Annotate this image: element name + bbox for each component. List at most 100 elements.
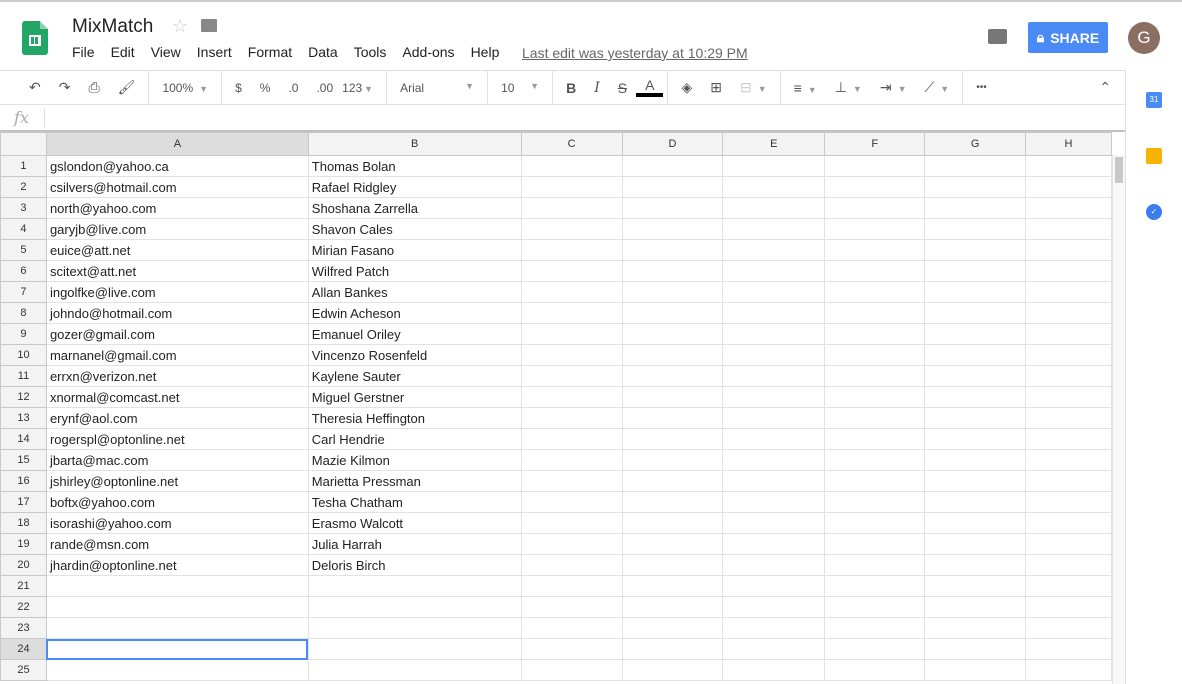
cell-g10[interactable] <box>924 344 1027 366</box>
sheets-logo[interactable] <box>22 21 48 55</box>
cell-c10[interactable] <box>520 344 623 366</box>
vertical-align-icon[interactable]: ⊥ ▼ <box>826 79 871 96</box>
row-header[interactable]: 15 <box>0 449 47 471</box>
cell-h15[interactable] <box>1025 449 1112 471</box>
cell-a12[interactable]: xnormal@comcast.net <box>45 386 309 408</box>
row-header[interactable]: 5 <box>0 239 47 261</box>
cell-e1[interactable] <box>722 155 826 177</box>
cell-b12[interactable]: Miguel Gerstner <box>307 386 522 408</box>
cell-h16[interactable] <box>1025 470 1112 492</box>
column-header-e[interactable]: E <box>722 132 826 156</box>
cell-e2[interactable] <box>722 176 826 198</box>
cell-h23[interactable] <box>1025 617 1112 639</box>
cell-b2[interactable]: Rafael Ridgley <box>307 176 522 198</box>
cell-a1[interactable]: gslondon@yahoo.ca <box>45 155 309 177</box>
cell-b8[interactable]: Edwin Acheson <box>307 302 522 324</box>
cell-b13[interactable]: Theresia Heffington <box>307 407 522 429</box>
cell-c8[interactable] <box>520 302 623 324</box>
cell-f3[interactable] <box>824 197 926 219</box>
cell-g25[interactable] <box>924 659 1027 681</box>
cell-g6[interactable] <box>924 260 1027 282</box>
menu-data[interactable]: Data <box>308 44 338 60</box>
row-header[interactable]: 10 <box>0 344 47 366</box>
row-header[interactable]: 8 <box>0 302 47 324</box>
cell-e3[interactable] <box>722 197 826 219</box>
row-header[interactable]: 11 <box>0 365 47 387</box>
cell-b5[interactable]: Mirian Fasano <box>307 239 522 261</box>
cell-a16[interactable]: jshirley@optonline.net <box>45 470 309 492</box>
cell-f1[interactable] <box>824 155 926 177</box>
cell-g11[interactable] <box>924 365 1027 387</box>
menu-view[interactable]: View <box>151 44 181 60</box>
cell-b23[interactable] <box>307 617 522 639</box>
menu-addons[interactable]: Add-ons <box>402 44 454 60</box>
cell-a5[interactable]: euice@att.net <box>45 239 309 261</box>
menu-help[interactable]: Help <box>471 44 500 60</box>
cell-c12[interactable] <box>520 386 623 408</box>
decrease-decimal-button[interactable]: .0 <box>279 81 307 95</box>
cell-f15[interactable] <box>824 449 926 471</box>
cell-c14[interactable] <box>520 428 623 450</box>
cell-e13[interactable] <box>722 407 826 429</box>
cell-d22[interactable] <box>621 596 724 618</box>
row-header[interactable]: 16 <box>0 470 47 492</box>
cell-e23[interactable] <box>722 617 826 639</box>
cell-d19[interactable] <box>621 533 724 555</box>
font-size-select[interactable]: 10 ▼ <box>492 81 548 95</box>
cell-f2[interactable] <box>824 176 926 198</box>
cell-f9[interactable] <box>824 323 926 345</box>
cell-g12[interactable] <box>924 386 1027 408</box>
collapse-toolbar-icon[interactable]: ⌃ <box>1090 79 1125 96</box>
cell-e6[interactable] <box>722 260 826 282</box>
row-header[interactable]: 23 <box>0 617 47 639</box>
cell-e22[interactable] <box>722 596 826 618</box>
strikethrough-button[interactable]: S <box>609 80 636 96</box>
currency-button[interactable]: $ <box>226 81 251 95</box>
cell-h10[interactable] <box>1025 344 1112 366</box>
cell-h18[interactable] <box>1025 512 1112 534</box>
cell-h19[interactable] <box>1025 533 1112 555</box>
menu-tools[interactable]: Tools <box>354 44 387 60</box>
row-header[interactable]: 21 <box>0 575 47 597</box>
text-wrap-icon[interactable]: ⇥ ▼ <box>871 79 916 96</box>
cell-b24[interactable] <box>307 638 522 660</box>
cell-d4[interactable] <box>621 218 724 240</box>
cell-b25[interactable] <box>307 659 522 681</box>
select-all-corner[interactable] <box>0 132 47 156</box>
cell-h2[interactable] <box>1025 176 1112 198</box>
row-header[interactable]: 6 <box>0 260 47 282</box>
cell-a6[interactable]: scitext@att.net <box>45 260 309 282</box>
row-header[interactable]: 20 <box>0 554 47 576</box>
cell-d16[interactable] <box>621 470 724 492</box>
doc-title[interactable]: MixMatch <box>72 16 153 38</box>
cell-c21[interactable] <box>520 575 623 597</box>
column-header-d[interactable]: D <box>621 132 724 156</box>
cell-d14[interactable] <box>621 428 724 450</box>
cell-g4[interactable] <box>924 218 1027 240</box>
cell-f7[interactable] <box>824 281 926 303</box>
cell-f11[interactable] <box>824 365 926 387</box>
column-header-g[interactable]: G <box>924 132 1027 156</box>
cell-d7[interactable] <box>621 281 724 303</box>
cell-e10[interactable] <box>722 344 826 366</box>
fill-color-icon[interactable]: ◈ <box>672 79 701 96</box>
row-header[interactable]: 14 <box>0 428 47 450</box>
cell-a22[interactable] <box>45 596 309 618</box>
menu-insert[interactable]: Insert <box>197 44 232 60</box>
cell-a20[interactable]: jhardin@optonline.net <box>45 554 309 576</box>
cell-a10[interactable]: marnanel@gmail.com <box>45 344 309 366</box>
cell-h24[interactable] <box>1025 638 1112 660</box>
cell-d12[interactable] <box>621 386 724 408</box>
cell-f24[interactable] <box>824 638 926 660</box>
cell-f18[interactable] <box>824 512 926 534</box>
cell-e14[interactable] <box>722 428 826 450</box>
cell-g9[interactable] <box>924 323 1027 345</box>
cell-d25[interactable] <box>621 659 724 681</box>
cell-c7[interactable] <box>520 281 623 303</box>
column-header-f[interactable]: F <box>824 132 926 156</box>
row-header[interactable]: 25 <box>0 659 47 681</box>
undo-icon[interactable]: ↶ <box>20 79 50 96</box>
cell-c4[interactable] <box>520 218 623 240</box>
cell-e12[interactable] <box>722 386 826 408</box>
cell-c24[interactable] <box>520 638 623 660</box>
